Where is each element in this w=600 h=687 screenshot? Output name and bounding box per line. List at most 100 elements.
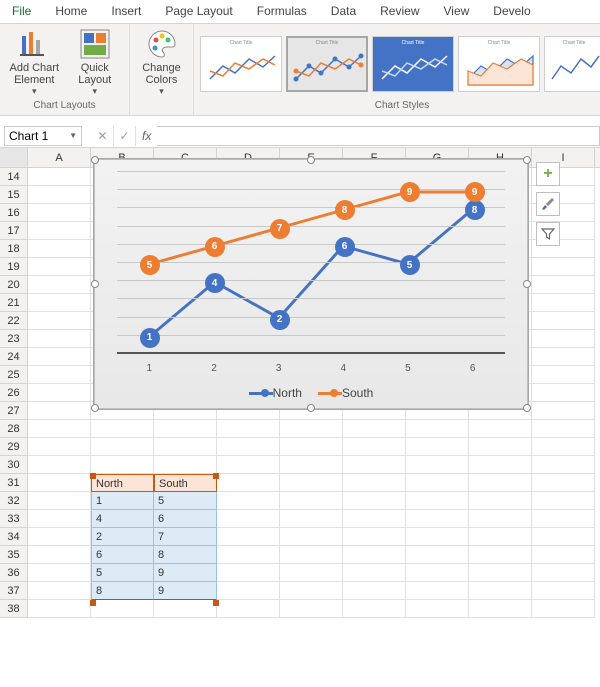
data-marker[interactable]: 6 (205, 237, 225, 257)
cell[interactable] (469, 492, 532, 510)
row-header[interactable]: 17 (0, 222, 28, 240)
cell[interactable] (469, 474, 532, 492)
cell[interactable] (532, 384, 595, 402)
row-header[interactable]: 20 (0, 276, 28, 294)
row-header[interactable]: 34 (0, 528, 28, 546)
data-marker[interactable]: 4 (205, 273, 225, 293)
row-header[interactable]: 18 (0, 240, 28, 258)
cell[interactable]: 1 (91, 492, 154, 510)
cell[interactable] (406, 546, 469, 564)
row-header[interactable]: 25 (0, 366, 28, 384)
cell[interactable] (217, 564, 280, 582)
resize-handle[interactable] (91, 404, 99, 412)
cell[interactable] (406, 474, 469, 492)
chart-style-2[interactable]: Chart Title (286, 36, 368, 92)
plot-area[interactable]: 142658567899 (117, 174, 505, 354)
cell[interactable] (469, 456, 532, 474)
row-header[interactable]: 36 (0, 564, 28, 582)
chart-style-5[interactable]: Chart Title (544, 36, 600, 92)
cell[interactable] (532, 582, 595, 600)
enter-formula-icon[interactable]: ✓ (114, 126, 136, 146)
cell[interactable] (343, 438, 406, 456)
cell[interactable] (28, 600, 91, 618)
cell[interactable] (532, 510, 595, 528)
cell[interactable] (154, 438, 217, 456)
cell[interactable] (469, 420, 532, 438)
tab-view[interactable]: View (432, 0, 482, 23)
cell[interactable]: 8 (91, 582, 154, 600)
cell[interactable] (280, 546, 343, 564)
cell[interactable] (406, 438, 469, 456)
cell[interactable] (217, 420, 280, 438)
cell[interactable]: 5 (91, 564, 154, 582)
row-header[interactable]: 37 (0, 582, 28, 600)
cell[interactable] (28, 186, 91, 204)
cell[interactable] (28, 474, 91, 492)
legend[interactable]: North South (95, 386, 527, 400)
cell[interactable] (28, 366, 91, 384)
row-header[interactable]: 14 (0, 168, 28, 186)
cell[interactable] (28, 456, 91, 474)
cell[interactable] (28, 564, 91, 582)
cell[interactable] (280, 582, 343, 600)
cell[interactable] (532, 348, 595, 366)
tab-insert[interactable]: Insert (99, 0, 153, 23)
cell[interactable] (28, 528, 91, 546)
cell[interactable] (406, 420, 469, 438)
data-marker[interactable]: 2 (270, 310, 290, 330)
cell[interactable]: 7 (154, 528, 217, 546)
cell[interactable] (280, 456, 343, 474)
row-header[interactable]: 35 (0, 546, 28, 564)
cell[interactable] (406, 564, 469, 582)
cell[interactable] (217, 546, 280, 564)
cell[interactable] (406, 582, 469, 600)
cell[interactable] (217, 600, 280, 618)
cell[interactable] (469, 582, 532, 600)
tab-review[interactable]: Review (368, 0, 431, 23)
cell[interactable] (280, 600, 343, 618)
cell[interactable]: 4 (91, 510, 154, 528)
tab-page-layout[interactable]: Page Layout (153, 0, 244, 23)
cell[interactable] (154, 420, 217, 438)
row-header[interactable]: 30 (0, 456, 28, 474)
row-header[interactable]: 23 (0, 330, 28, 348)
resize-handle[interactable] (307, 156, 315, 164)
row-header[interactable]: 33 (0, 510, 28, 528)
cell[interactable] (532, 456, 595, 474)
cell[interactable] (532, 312, 595, 330)
cell[interactable] (532, 564, 595, 582)
cell[interactable] (532, 528, 595, 546)
cell[interactable] (343, 600, 406, 618)
chart-elements-button[interactable]: + (536, 162, 560, 186)
row-header[interactable]: 31 (0, 474, 28, 492)
cell[interactable] (469, 546, 532, 564)
chart-styles-button[interactable] (536, 192, 560, 216)
cell[interactable] (343, 420, 406, 438)
cell[interactable] (28, 276, 91, 294)
resize-handle[interactable] (91, 156, 99, 164)
data-marker[interactable]: 8 (335, 200, 355, 220)
cell[interactable] (406, 456, 469, 474)
cell[interactable] (217, 582, 280, 600)
cell[interactable] (28, 168, 91, 186)
cell[interactable] (28, 240, 91, 258)
cell[interactable] (532, 258, 595, 276)
row-header[interactable]: 29 (0, 438, 28, 456)
cell[interactable] (28, 582, 91, 600)
cell[interactable] (28, 510, 91, 528)
legend-item-south[interactable]: South (318, 386, 373, 400)
cell[interactable] (343, 456, 406, 474)
select-all-corner[interactable] (0, 148, 28, 167)
chart-filter-button[interactable] (536, 222, 560, 246)
cell[interactable] (532, 294, 595, 312)
cell[interactable] (217, 492, 280, 510)
cell[interactable]: 9 (154, 582, 217, 600)
cell[interactable]: 2 (91, 528, 154, 546)
cell[interactable] (217, 474, 280, 492)
row-header[interactable]: 28 (0, 420, 28, 438)
cell[interactable] (469, 528, 532, 546)
data-marker[interactable]: 5 (140, 255, 160, 275)
quick-layout-button[interactable]: Quick Layout ▾ (67, 26, 124, 97)
data-marker[interactable]: 9 (465, 182, 485, 202)
cell[interactable] (343, 492, 406, 510)
